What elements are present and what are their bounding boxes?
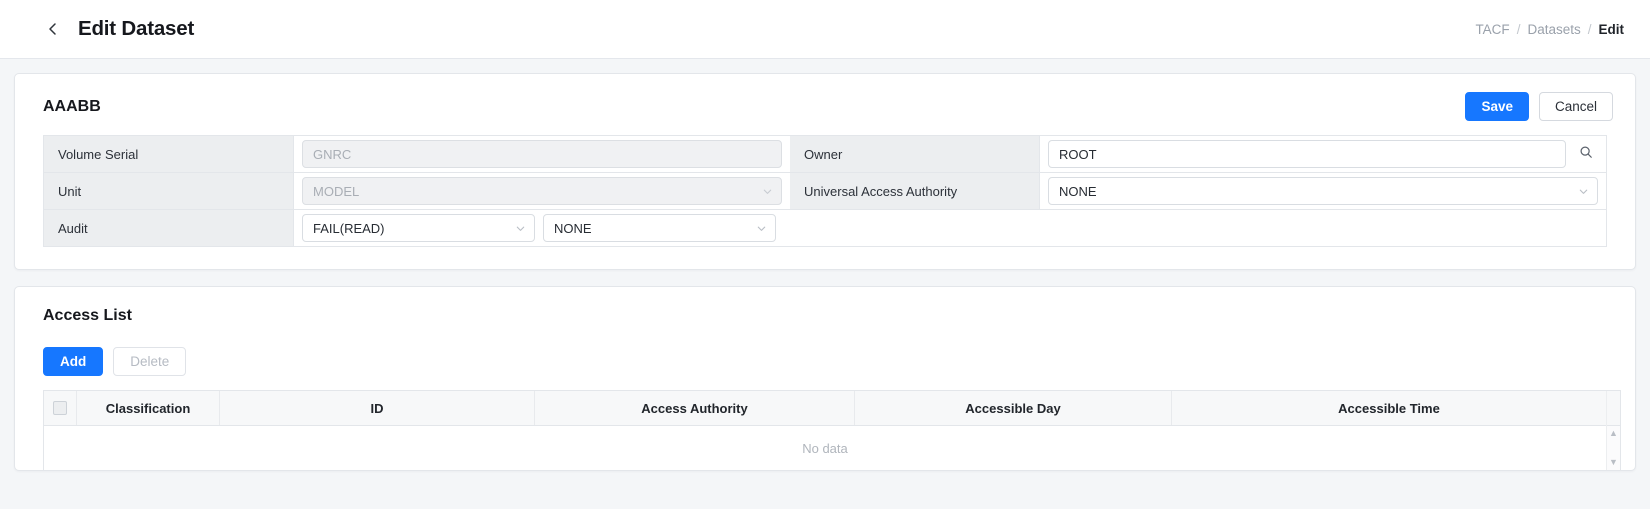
- access-list-table: Classification ID Access Authority Acces…: [43, 390, 1621, 470]
- audit-select-primary[interactable]: FAIL(READ): [302, 214, 535, 242]
- select-all-header: [44, 391, 77, 425]
- form-row-unit-uaa: Unit MODEL Universal Access Authority NO…: [44, 173, 1606, 210]
- field-universal-access-authority: NONE: [1040, 173, 1606, 209]
- caret-up-icon[interactable]: ▲: [1609, 429, 1618, 438]
- scrollbar-track[interactable]: ▲ ▼: [1607, 426, 1620, 470]
- column-header-id: ID: [220, 391, 535, 425]
- column-header-access-authority: Access Authority: [535, 391, 855, 425]
- dataset-details-card: AAABB Save Cancel Volume Serial GNRC Own…: [14, 73, 1636, 270]
- chevron-down-icon: [756, 223, 767, 234]
- save-button[interactable]: Save: [1465, 92, 1529, 121]
- breadcrumb-item-tacf[interactable]: TACF: [1475, 22, 1509, 37]
- label-universal-access-authority: Universal Access Authority: [790, 173, 1040, 209]
- caret-down-icon[interactable]: ▼: [1609, 458, 1618, 467]
- dataset-form: Volume Serial GNRC Owner ROOT Unit MODEL…: [43, 135, 1607, 247]
- cancel-button[interactable]: Cancel: [1538, 92, 1613, 121]
- scrollbar-header-spacer: [1607, 391, 1620, 426]
- audit-select-secondary-value: NONE: [554, 220, 592, 236]
- add-button[interactable]: Add: [43, 347, 104, 376]
- unit-select-value: MODEL: [313, 183, 360, 199]
- column-header-accessible-day: Accessible Day: [855, 391, 1172, 425]
- field-audit: FAIL(READ) NONE: [294, 210, 790, 246]
- table-header-row: Classification ID Access Authority Acces…: [44, 391, 1606, 426]
- breadcrumb: TACF / Datasets / Edit: [1475, 22, 1624, 37]
- column-header-classification: Classification: [77, 391, 220, 425]
- chevron-down-icon: [762, 186, 773, 197]
- chevron-down-icon: [515, 223, 526, 234]
- label-audit: Audit: [44, 210, 294, 246]
- table-vertical-scrollbar[interactable]: ▲ ▼: [1606, 391, 1620, 470]
- audit-select-secondary[interactable]: NONE: [543, 214, 776, 242]
- dataset-actions: Save Cancel: [1465, 92, 1613, 121]
- column-header-accessible-time: Accessible Time: [1338, 400, 1440, 416]
- form-row-volume-owner: Volume Serial GNRC Owner ROOT: [44, 136, 1606, 173]
- back-button[interactable]: [40, 16, 66, 42]
- form-row-audit-empty: [790, 210, 1606, 246]
- field-unit: MODEL: [294, 173, 790, 209]
- field-owner: ROOT: [1040, 136, 1606, 172]
- access-list-toolbar: Add Delete: [15, 325, 1635, 390]
- universal-access-authority-value: NONE: [1059, 183, 1097, 199]
- breadcrumb-item-edit: Edit: [1598, 21, 1625, 37]
- universal-access-authority-select[interactable]: NONE: [1048, 177, 1598, 205]
- page-content: AAABB Save Cancel Volume Serial GNRC Own…: [0, 59, 1650, 471]
- access-list-card: Access List Add Delete Classification ID…: [14, 286, 1636, 471]
- access-list-title: Access List: [43, 307, 132, 324]
- access-list-table-main: Classification ID Access Authority Acces…: [44, 391, 1606, 470]
- page-title: Edit Dataset: [78, 17, 195, 40]
- label-unit: Unit: [44, 173, 294, 209]
- owner-input[interactable]: ROOT: [1048, 140, 1566, 168]
- audit-select-primary-value: FAIL(READ): [313, 220, 385, 236]
- empty-state-text: No data: [802, 440, 848, 456]
- field-volume-serial: GNRC: [294, 136, 790, 172]
- search-icon: [1579, 145, 1593, 164]
- delete-button: Delete: [113, 347, 187, 376]
- dataset-name: AAABB: [43, 97, 101, 115]
- dataset-details-header: AAABB Save Cancel: [15, 74, 1635, 135]
- unit-select: MODEL: [302, 177, 782, 205]
- owner-search-button[interactable]: [1574, 141, 1598, 167]
- label-volume-serial: Volume Serial: [44, 136, 294, 172]
- breadcrumb-separator: /: [1516, 21, 1521, 37]
- breadcrumb-separator: /: [1587, 21, 1592, 37]
- app-header: Edit Dataset TACF / Datasets / Edit: [0, 0, 1650, 59]
- chevron-left-icon: [46, 22, 60, 36]
- table-body: No data: [44, 426, 1606, 470]
- form-row-audit: Audit FAIL(READ) NONE: [44, 210, 1606, 247]
- label-owner: Owner: [790, 136, 1040, 172]
- breadcrumb-item-datasets[interactable]: Datasets: [1527, 22, 1580, 37]
- chevron-down-icon: [1578, 186, 1589, 197]
- select-all-checkbox[interactable]: [53, 401, 67, 415]
- volume-serial-input: GNRC: [302, 140, 782, 168]
